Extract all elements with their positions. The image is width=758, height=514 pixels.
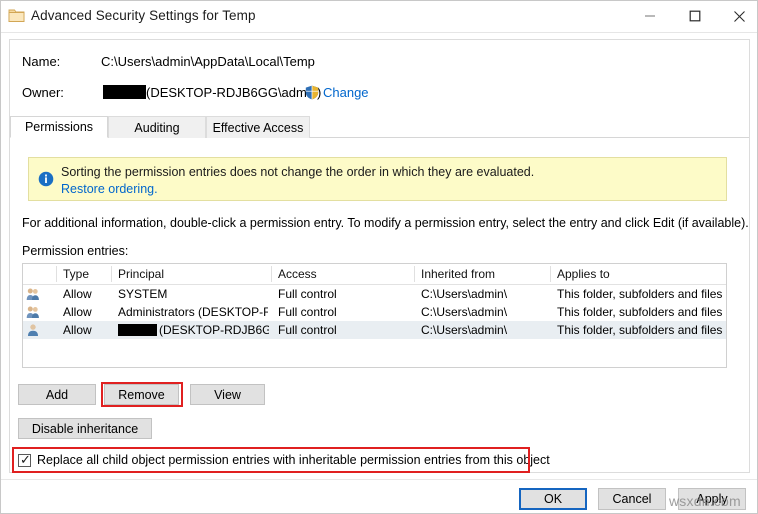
owner-redaction-block — [103, 85, 146, 99]
column-separator — [56, 266, 57, 282]
cell-principal: SYSTEM — [118, 287, 168, 301]
info-icon — [38, 171, 54, 187]
table-row[interactable]: Allow SYSTEM Full control C:\Users\admin… — [23, 285, 726, 303]
column-separator — [414, 266, 415, 282]
window-title: Advanced Security Settings for Temp — [31, 8, 256, 23]
cell-access: Full control — [278, 323, 337, 337]
banner-text: Sorting the permission entries does not … — [61, 165, 535, 179]
cell-inherited-from: C:\Users\admin\ — [421, 323, 508, 337]
advanced-security-settings-dialog: Advanced Security Settings for Temp Name… — [0, 0, 758, 514]
replace-child-permissions-label: Replace all child object permission entr… — [37, 453, 550, 467]
cell-principal: Administrators (DESKTOP-RDJ... — [118, 305, 268, 319]
maximize-icon — [672, 1, 717, 31]
bottom-separator — [1, 479, 757, 480]
remove-button[interactable]: Remove — [104, 384, 179, 405]
cell-type: Allow — [63, 305, 92, 319]
change-owner-link[interactable]: Change — [323, 85, 369, 100]
cell-access: Full control — [278, 305, 337, 319]
replace-child-permissions-row[interactable]: ✓ Replace all child object permission en… — [18, 452, 550, 468]
owner-label: Owner: — [22, 85, 64, 100]
cell-applies-to: This folder, subfolders and files — [557, 287, 723, 301]
cell-access: Full control — [278, 287, 337, 301]
column-header-access[interactable]: Access — [278, 267, 317, 281]
view-button[interactable]: View — [190, 384, 265, 405]
tab-permissions[interactable]: Permissions — [10, 116, 108, 138]
cell-principal: (DESKTOP-RDJB6GG\ad... — [159, 323, 269, 337]
user-icon — [26, 323, 40, 337]
column-separator — [111, 266, 112, 282]
cell-applies-to: This folder, subfolders and files — [557, 305, 723, 319]
uac-shield-icon — [305, 85, 319, 100]
restore-ordering-link[interactable]: Restore ordering. — [61, 182, 158, 196]
cell-inherited-from: C:\Users\admin\ — [421, 287, 508, 301]
table-row[interactable]: Allow (DESKTOP-RDJB6GG\ad... Full contro… — [23, 321, 726, 339]
column-header-applies-to[interactable]: Applies to — [557, 267, 610, 281]
column-separator — [550, 266, 551, 282]
column-header-inherited-from[interactable]: Inherited from — [421, 267, 495, 281]
group-icon — [26, 305, 40, 319]
cancel-button[interactable]: Cancel — [598, 488, 666, 510]
name-value: C:\Users\admin\AppData\Local\Temp — [101, 54, 315, 69]
ok-button[interactable]: OK — [519, 488, 587, 510]
folder-icon — [8, 7, 25, 24]
principal-redaction-block — [118, 324, 157, 336]
replace-child-permissions-checkbox[interactable]: ✓ — [18, 451, 31, 467]
column-separator — [271, 266, 272, 282]
permission-entries-list[interactable]: Type Principal Access Inherited from App… — [22, 263, 727, 368]
cell-applies-to: This folder, subfolders and files — [557, 323, 723, 337]
tab-effective-access[interactable]: Effective Access — [206, 116, 310, 138]
instruction-text: For additional information, double-click… — [22, 216, 749, 230]
group-icon — [26, 287, 40, 301]
cell-inherited-from: C:\Users\admin\ — [421, 305, 508, 319]
owner-value: (DESKTOP-RDJB6GG\admin) — [146, 85, 322, 100]
table-row[interactable]: Allow Administrators (DESKTOP-RDJ... Ful… — [23, 303, 726, 321]
tab-auditing[interactable]: Auditing — [108, 116, 206, 138]
info-banner: Sorting the permission entries does not … — [28, 157, 727, 201]
name-label: Name: — [22, 54, 61, 69]
tab-strip: Permissions Auditing Effective Access — [10, 116, 749, 138]
maximize-button[interactable] — [672, 1, 717, 31]
column-header-principal[interactable]: Principal — [118, 267, 164, 281]
disable-inheritance-button[interactable]: Disable inheritance — [18, 418, 152, 439]
minimize-button[interactable] — [627, 1, 672, 31]
minimize-icon — [627, 1, 672, 31]
list-header: Type Principal Access Inherited from App… — [23, 264, 726, 285]
close-icon — [717, 1, 758, 31]
close-button[interactable] — [717, 1, 758, 31]
cell-type: Allow — [63, 323, 92, 337]
watermark: wsxdn.com — [669, 493, 741, 509]
column-header-type[interactable]: Type — [63, 267, 89, 281]
title-bar: Advanced Security Settings for Temp — [1, 1, 757, 33]
permission-entries-label: Permission entries: — [22, 244, 129, 258]
checkmark-icon: ✓ — [20, 451, 31, 467]
cell-type: Allow — [63, 287, 92, 301]
add-button[interactable]: Add — [18, 384, 96, 405]
